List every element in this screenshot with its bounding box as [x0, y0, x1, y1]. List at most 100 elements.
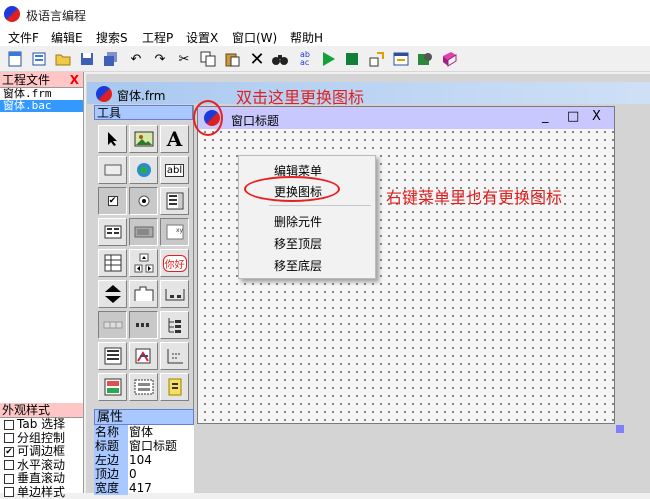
replace-icon[interactable]: abac	[296, 50, 314, 68]
timer-tool-icon[interactable]	[160, 342, 189, 370]
style-option[interactable]: 垂直滚动	[0, 472, 83, 486]
svg-text:xy: xy	[176, 227, 184, 234]
context-item-send-to-back[interactable]: 移至底层	[274, 257, 322, 274]
form-title-bar[interactable]: 窗口标题 _ □ X	[198, 107, 614, 129]
new-icon[interactable]	[6, 50, 24, 68]
toolbar-tool-icon[interactable]	[98, 311, 127, 339]
context-item-delete[interactable]: 删除元件	[274, 213, 322, 230]
annotation-circle-icon	[193, 100, 223, 136]
table-tool-icon[interactable]	[129, 373, 158, 401]
project-close-button[interactable]: X	[70, 72, 79, 88]
checkbox-tool-icon[interactable]: ✔	[98, 187, 127, 215]
checkbox-checked[interactable]: ✔	[4, 447, 14, 457]
richtext-tool-icon[interactable]	[98, 342, 127, 370]
property-row[interactable]: 左边104	[94, 453, 194, 467]
combobox-tool-icon[interactable]: xy	[160, 218, 189, 246]
checkbox[interactable]	[4, 460, 14, 470]
file-tool-icon[interactable]	[160, 373, 189, 401]
menu-search[interactable]: 搜索S	[96, 29, 128, 46]
style-option[interactable]: 分组控制	[0, 432, 83, 446]
checkbox[interactable]	[4, 474, 14, 484]
style-panel-title: 外观样式	[0, 403, 83, 418]
radio-tool-icon[interactable]	[129, 187, 158, 215]
menu-help[interactable]: 帮助H	[290, 29, 323, 46]
paste-icon[interactable]	[223, 50, 241, 68]
grid-tool-icon[interactable]	[98, 249, 127, 277]
project-panel-title: 工程文件	[2, 73, 50, 87]
statusbar-tool-icon[interactable]	[160, 280, 189, 308]
form-minimize-button[interactable]: _	[542, 109, 549, 124]
checkbox[interactable]	[4, 420, 14, 430]
menu-edit[interactable]: 编辑E	[51, 29, 83, 46]
copy-icon[interactable]	[199, 50, 217, 68]
dotline-tool-icon[interactable]	[129, 311, 158, 339]
form-icon[interactable]	[392, 50, 410, 68]
listbox-tool-icon[interactable]	[160, 187, 189, 215]
menu-file[interactable]: 文件F	[8, 29, 39, 46]
annotation-circle-menu	[244, 176, 340, 202]
property-row[interactable]: 名称窗体	[94, 425, 194, 439]
run-icon[interactable]	[319, 50, 337, 68]
form-title: 窗口标题	[231, 112, 279, 129]
menu-bar: 文件F 编辑E 搜索S 工程P 设置X 窗口(W) 帮助H	[0, 27, 650, 46]
spinner-tool-icon[interactable]	[129, 249, 158, 277]
annotation-double-click: 双击这里更换图标	[236, 84, 364, 108]
style-panel: 外观样式 Tab 选择 分组控制 ✔可调边框 水平滚动 垂直滚动 单边样式	[0, 403, 84, 493]
properties-panel: 属性 名称窗体 标题窗口标题 左边104 顶边0 宽度417	[94, 409, 194, 493]
tabstrip-tool-icon[interactable]	[129, 280, 158, 308]
style-option[interactable]: ✔可调边框	[0, 445, 83, 459]
checkbox[interactable]	[4, 487, 14, 497]
stop-icon[interactable]	[343, 50, 361, 68]
pointer-tool-icon[interactable]	[98, 125, 127, 153]
toolbar: ↶ ↷ ✂ ✕ abac	[0, 46, 650, 72]
project-panel: 工程文件 X 窗体.frm 窗体.bac	[0, 72, 84, 407]
property-row[interactable]: 顶边0	[94, 467, 194, 481]
scrollbar-tool-icon[interactable]	[98, 280, 127, 308]
document-title-bar: 窗体.frm	[87, 82, 650, 104]
progress-tool-icon[interactable]	[129, 218, 158, 246]
property-row[interactable]: 标题窗口标题	[94, 439, 194, 453]
listview-tool-icon[interactable]	[98, 218, 127, 246]
app-title: 极语言编程	[26, 7, 86, 24]
picture-tool-icon[interactable]	[129, 125, 158, 153]
form-close-button[interactable]: X	[592, 109, 601, 124]
imagelist-tool-icon[interactable]	[98, 373, 127, 401]
style-option[interactable]: 单边样式	[0, 486, 83, 499]
hello-tool-icon[interactable]: 你好	[160, 249, 189, 277]
resize-handle[interactable]	[616, 425, 624, 433]
document-title: 窗体.frm	[117, 87, 165, 104]
context-item-bring-to-front[interactable]: 移至顶层	[274, 235, 322, 252]
document-icon	[96, 86, 112, 102]
project-panel-header: 工程文件 X	[0, 72, 83, 88]
project-file-item-selected[interactable]: 窗体.bac	[0, 100, 83, 112]
redo-icon[interactable]: ↷	[151, 50, 169, 68]
open-project-icon[interactable]	[30, 50, 48, 68]
open-file-icon[interactable]	[54, 50, 72, 68]
textbox-tool-icon[interactable]: abl	[160, 156, 189, 184]
properties-title: 属性	[94, 409, 194, 425]
style-option[interactable]: 水平滚动	[0, 459, 83, 473]
cut-icon[interactable]: ✂	[175, 50, 193, 68]
delete-icon[interactable]: ✕	[248, 50, 266, 68]
style-option[interactable]: Tab 选择	[0, 418, 83, 432]
menu-project[interactable]: 工程P	[142, 29, 173, 46]
resources-icon[interactable]	[416, 50, 434, 68]
web-tool-icon[interactable]	[129, 156, 158, 184]
menu-window[interactable]: 窗口(W)	[232, 29, 277, 46]
chart-tool-icon[interactable]	[129, 342, 158, 370]
app-logo-icon	[4, 6, 20, 22]
save-all-icon[interactable]	[102, 50, 120, 68]
export-icon[interactable]	[368, 50, 386, 68]
help-book-icon[interactable]	[440, 50, 458, 68]
form-maximize-button[interactable]: □	[567, 109, 579, 124]
frame-tool-icon[interactable]	[98, 156, 127, 184]
save-icon[interactable]	[78, 50, 96, 68]
menu-settings[interactable]: 设置X	[186, 29, 218, 46]
context-menu: 编辑菜单 更换图标 删除元件 移至顶层 移至底层	[238, 155, 376, 279]
find-icon[interactable]	[271, 50, 289, 68]
treeview-tool-icon[interactable]	[160, 311, 189, 339]
context-separator	[269, 205, 371, 206]
checkbox[interactable]	[4, 433, 14, 443]
label-tool-icon[interactable]: A	[160, 125, 189, 153]
undo-icon[interactable]: ↶	[127, 50, 145, 68]
